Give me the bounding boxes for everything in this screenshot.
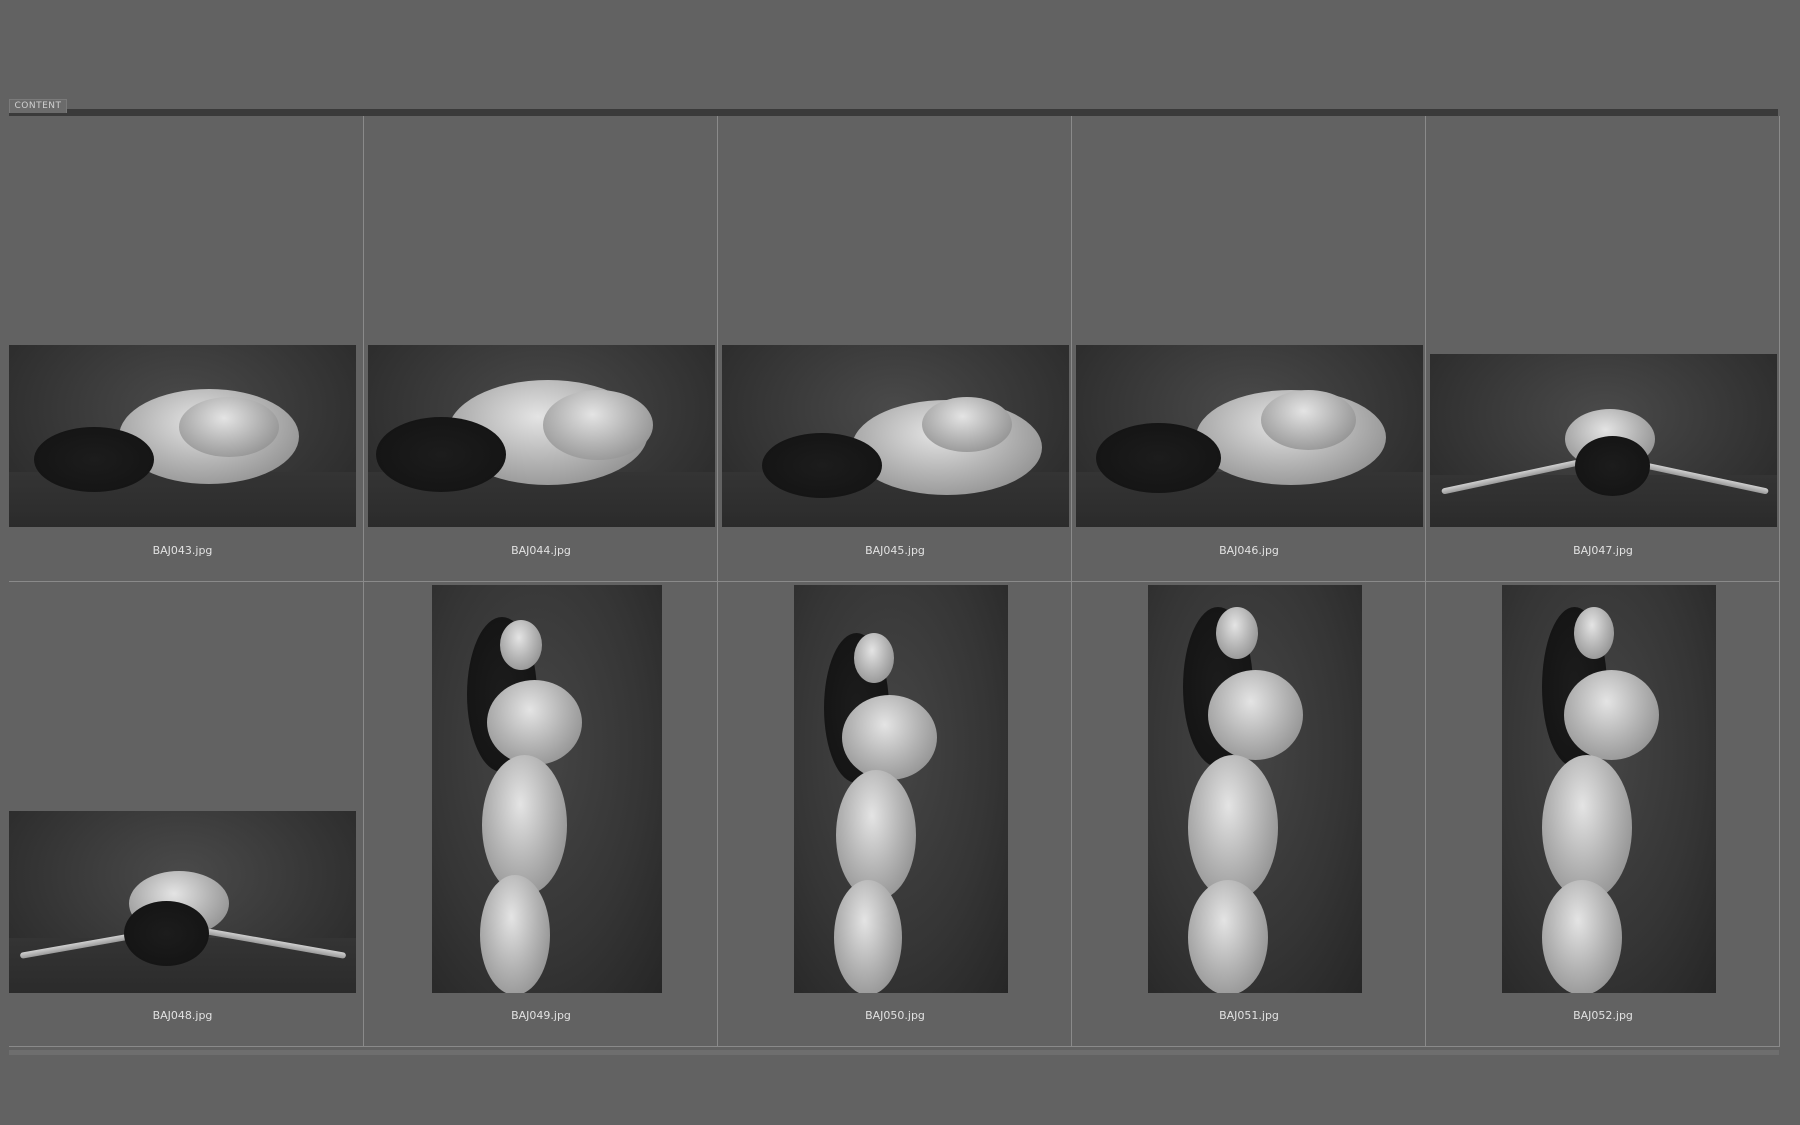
- thumbnail-cell[interactable]: BAJ044.jpg: [363, 116, 717, 581]
- thumbnail-filename: BAJ047.jpg: [1573, 544, 1633, 557]
- panel-header-bar: [67, 109, 1778, 116]
- thumbnail-cell[interactable]: BAJ050.jpg: [717, 581, 1071, 1046]
- thumbnail-filename: BAJ043.jpg: [152, 544, 213, 557]
- bottom-scrollbar[interactable]: [9, 1050, 1779, 1055]
- thumbnail-cell[interactable]: BAJ049.jpg: [363, 581, 717, 1046]
- thumbnail-image[interactable]: [1148, 585, 1362, 993]
- thumbnail-row: BAJ043.jpg BAJ044.jpg BAJ045.jpg BAJ046.…: [9, 116, 1779, 582]
- thumbnail-filename: BAJ049.jpg: [511, 1009, 571, 1022]
- thumbnail-image[interactable]: [722, 345, 1069, 527]
- thumbnail-row: BAJ048.jpg BAJ049.jpg BAJ050.jpg BAJ051.…: [9, 581, 1779, 1047]
- thumbnail-filename: BAJ044.jpg: [511, 544, 571, 557]
- thumbnail-cell[interactable]: BAJ045.jpg: [717, 116, 1071, 581]
- thumbnail-grid: BAJ043.jpg BAJ044.jpg BAJ045.jpg BAJ046.…: [9, 116, 1780, 1047]
- thumbnail-filename: BAJ052.jpg: [1573, 1009, 1633, 1022]
- thumbnail-cell[interactable]: BAJ046.jpg: [1071, 116, 1425, 581]
- thumbnail-filename: BAJ051.jpg: [1219, 1009, 1279, 1022]
- thumbnail-image[interactable]: [9, 345, 356, 527]
- thumbnail-image[interactable]: [794, 585, 1008, 993]
- thumbnail-image[interactable]: [432, 585, 662, 993]
- thumbnail-filename: BAJ048.jpg: [152, 1009, 213, 1022]
- thumbnail-cell[interactable]: BAJ043.jpg: [9, 116, 363, 581]
- thumbnail-filename: BAJ050.jpg: [865, 1009, 925, 1022]
- content-tab[interactable]: CONTENT: [9, 99, 67, 114]
- thumbnail-image[interactable]: [9, 811, 356, 993]
- thumbnail-image[interactable]: [1076, 345, 1423, 527]
- thumbnail-filename: BAJ046.jpg: [1219, 544, 1279, 557]
- thumbnail-image[interactable]: [368, 345, 715, 527]
- thumbnail-image[interactable]: [1502, 585, 1716, 993]
- thumbnail-image[interactable]: [1430, 354, 1777, 527]
- thumbnail-cell[interactable]: BAJ051.jpg: [1071, 581, 1425, 1046]
- thumbnail-cell[interactable]: BAJ052.jpg: [1425, 581, 1779, 1046]
- content-browser: CONTENT BAJ043.jpg BAJ044.jpg BAJ045.jpg…: [0, 0, 1800, 1125]
- thumbnail-cell[interactable]: BAJ048.jpg: [9, 581, 363, 1046]
- thumbnail-filename: BAJ045.jpg: [865, 544, 925, 557]
- thumbnail-cell[interactable]: BAJ047.jpg: [1425, 116, 1779, 581]
